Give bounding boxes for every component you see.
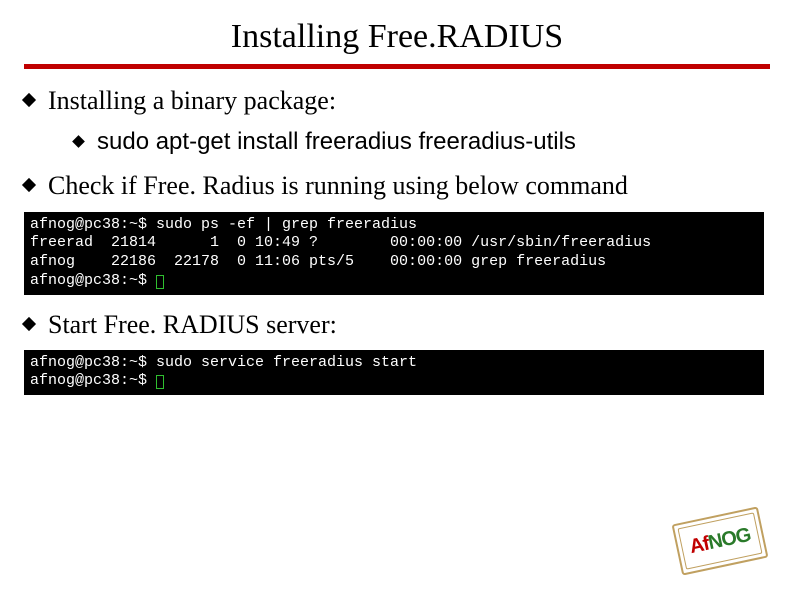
divider-red [24, 64, 770, 69]
afnog-logo: AfNOG [672, 506, 769, 575]
terminal-cursor-icon [156, 375, 164, 389]
title-area: Installing Free.RADIUS [24, 18, 770, 56]
slide-title: Installing Free.RADIUS [227, 18, 567, 56]
bullet-start-server: Start Free. RADIUS server: [24, 307, 770, 342]
terminal-line: afnog@pc38:~$ [30, 372, 147, 389]
terminal-cursor-icon [156, 275, 164, 289]
terminal-line: afnog@pc38:~$ [30, 272, 147, 289]
terminal-line: afnog@pc38:~$ sudo ps -ef | grep freerad… [30, 216, 417, 233]
bullet-text: Start Free. RADIUS server: [48, 307, 770, 342]
terminal-service-start: afnog@pc38:~$ sudo service freeradius st… [24, 350, 764, 396]
bullet-text: Check if Free. Radius is running using b… [48, 168, 770, 203]
bullet-check-running: Check if Free. Radius is running using b… [24, 168, 770, 203]
bullet-diamond-icon [22, 93, 36, 107]
slide: Installing Free.RADIUS Installing a bina… [0, 0, 794, 595]
bullet-text: Installing a binary package: [48, 83, 770, 118]
bullet-apt-get: sudo apt-get install freeradius freeradi… [24, 126, 770, 158]
bullet-diamond-icon [72, 135, 85, 148]
terminal-line: afnog 22186 22178 0 11:06 pts/5 00:00:00… [30, 253, 606, 270]
terminal-line: afnog@pc38:~$ sudo service freeradius st… [30, 354, 417, 371]
stamp-border-icon [672, 506, 769, 575]
terminal-line: freerad 21814 1 0 10:49 ? 00:00:00 /usr/… [30, 234, 651, 251]
terminal-ps-output: afnog@pc38:~$ sudo ps -ef | grep freerad… [24, 212, 764, 295]
bullet-diamond-icon [22, 317, 36, 331]
content-area: Installing a binary package: sudo apt-ge… [24, 83, 770, 395]
bullet-install-binary: Installing a binary package: [24, 83, 770, 118]
command-text: sudo apt-get install freeradius freeradi… [97, 126, 770, 158]
bullet-diamond-icon [22, 178, 36, 192]
